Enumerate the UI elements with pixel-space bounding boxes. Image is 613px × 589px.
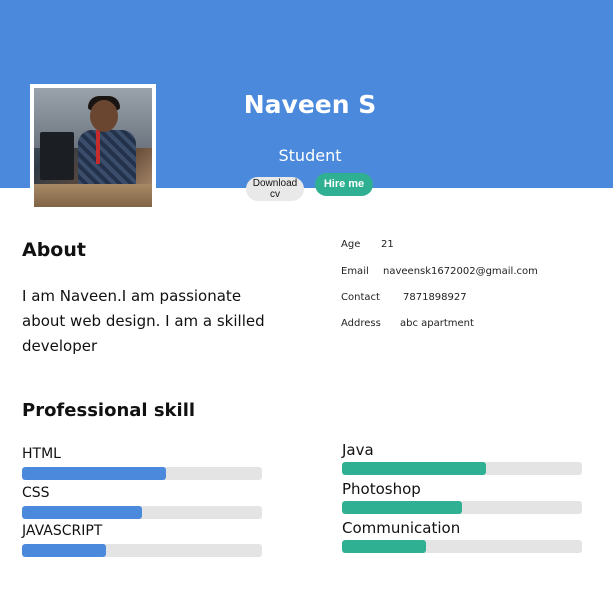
skill-fill <box>342 501 462 514</box>
skill-bar-java <box>342 462 582 475</box>
download-cv-button[interactable]: Download cv <box>246 177 304 201</box>
hire-me-button[interactable]: Hire me <box>315 173 373 196</box>
skill-bar-photoshop <box>342 501 582 514</box>
info-value: naveensk1672002@gmail.com <box>383 266 538 277</box>
skill-bar-javascript <box>22 544 262 557</box>
profile-role: Student <box>278 146 342 165</box>
info-row-age: Age 21 <box>341 239 394 250</box>
info-row-email: Email naveensk1672002@gmail.com <box>341 266 538 277</box>
info-key: Age <box>341 239 361 250</box>
info-value: 21 <box>381 239 394 250</box>
avatar <box>30 84 156 211</box>
skill-label-css: CSS <box>22 485 50 501</box>
profile-photo <box>34 88 152 207</box>
skills-heading: Professional skill <box>22 400 196 421</box>
skill-bar-html <box>22 467 262 480</box>
skill-label-javascript: JAVASCRIPT <box>22 523 103 539</box>
info-key: Contact <box>341 292 380 303</box>
skill-bar-communication <box>342 540 582 553</box>
skill-fill <box>342 540 426 553</box>
skill-fill <box>22 467 166 480</box>
info-key: Email <box>341 266 369 277</box>
skill-fill <box>22 506 142 519</box>
skill-fill <box>22 544 106 557</box>
profile-name: Naveen S <box>243 90 377 119</box>
skill-label-html: HTML <box>22 446 61 462</box>
info-row-contact: Contact 7871898927 <box>341 292 467 303</box>
skill-fill <box>342 462 486 475</box>
skill-label-communication: Communication <box>342 519 461 537</box>
skill-bar-css <box>22 506 262 519</box>
skill-label-photoshop: Photoshop <box>342 480 421 498</box>
info-value: 7871898927 <box>403 292 467 303</box>
skill-label-java: Java <box>342 441 374 459</box>
info-value: abc apartment <box>400 318 474 329</box>
info-row-address: Address abc apartment <box>341 318 474 329</box>
about-heading: About <box>22 239 86 261</box>
info-key: Address <box>341 318 381 329</box>
about-text: I am Naveen.I am passionate about web de… <box>22 287 265 355</box>
